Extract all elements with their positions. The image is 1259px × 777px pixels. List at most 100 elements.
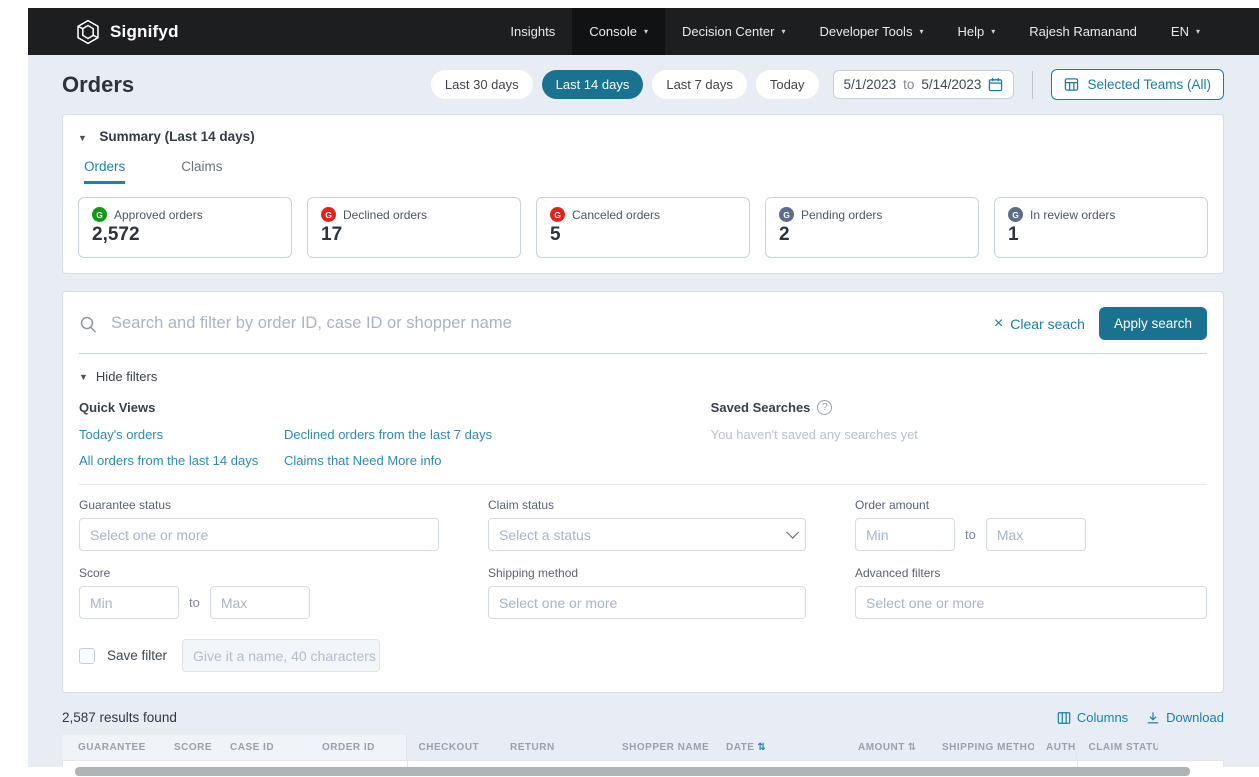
sort-icon[interactable]: ⇅ (908, 742, 917, 753)
download-icon (1146, 711, 1160, 725)
signifyd-logo-icon (75, 19, 101, 45)
stat-value: 17 (321, 224, 507, 246)
col-date[interactable]: DATE⇅ (714, 735, 846, 760)
shipping-method-label: Shipping method (488, 566, 806, 580)
stat-card-declined: G Declined orders 17 (307, 197, 521, 258)
stat-card-in-review: G In review orders 1 (994, 197, 1208, 258)
col-amount[interactable]: AMOUNT⇅ (846, 735, 930, 760)
nav-item-language[interactable]: EN ▾ (1154, 8, 1217, 55)
stat-value: 1 (1008, 224, 1194, 246)
score-max-input[interactable]: Max (210, 586, 310, 619)
quick-views-section: Quick Views Today's orders Declined orde… (79, 400, 1207, 468)
score-min-input[interactable]: Min (79, 586, 179, 619)
nav-item-insights[interactable]: Insights (493, 8, 572, 55)
orders-table: GDeclined 852 1394109261 100414341 No ma… (62, 760, 1224, 767)
clear-search-button[interactable]: × Clear seach (994, 316, 1085, 332)
teams-icon (1064, 77, 1079, 92)
order-amount-label: Order amount (855, 498, 1207, 512)
nav-item-developer-tools[interactable]: Developer Tools ▾ (802, 8, 940, 55)
col-case-id[interactable]: CASE ID (218, 735, 310, 760)
quick-views-title: Quick Views (79, 400, 711, 415)
date-range-picker[interactable]: 5/1/2023 to 5/14/2023 (833, 70, 1015, 99)
order-amount-min-input[interactable]: Min (855, 518, 955, 551)
range-pill-last-7-days[interactable]: Last 7 days (652, 70, 747, 99)
save-filter-row: Save filter Give it a name, 40 character… (79, 639, 1207, 672)
collapse-caret-icon: ▼ (78, 133, 87, 143)
apply-search-button[interactable]: Apply search (1099, 307, 1207, 340)
summary-header[interactable]: ▼ Summary (Last 14 days) (78, 128, 1208, 146)
col-auth-status[interactable]: AUTH STATUS (1034, 735, 1076, 760)
stat-value: 5 (550, 224, 736, 246)
page-content: Orders Last 30 days Last 14 days Last 7 … (28, 55, 1259, 767)
columns-icon (1057, 711, 1071, 725)
col-claim-status[interactable]: CLAIM STATUS (1076, 735, 1158, 760)
col-shipping-method[interactable]: SHIPPING METHOD (930, 735, 1034, 760)
save-filter-checkbox[interactable] (79, 648, 95, 664)
col-checkout[interactable]: CHECKOUT (406, 735, 498, 760)
col-shopper-name[interactable]: SHOPPER NAME (610, 735, 714, 760)
hide-filters-toggle[interactable]: ▼ Hide filters (79, 369, 1207, 384)
save-filter-label: Save filter (107, 648, 167, 663)
filter-name-input[interactable]: Give it a name, 40 characters max (182, 639, 380, 672)
tab-orders[interactable]: Orders (84, 159, 125, 184)
col-score[interactable]: SCORE (162, 735, 218, 760)
nav-item-user[interactable]: Rajesh Ramanand (1012, 8, 1154, 55)
col-order-id[interactable]: ORDER ID (310, 735, 406, 760)
stat-value: 2 (779, 224, 965, 246)
guarantee-badge-icon: G (550, 207, 565, 222)
quick-view-link-todays-orders[interactable]: Today's orders (79, 427, 284, 442)
stat-label: Canceled orders (572, 208, 660, 222)
claim-status-select[interactable]: Select a status (488, 518, 806, 551)
stat-label: Approved orders (114, 208, 203, 222)
col-guarantee[interactable]: GUARANTEE (62, 735, 162, 760)
quick-view-link-all-orders-14-days[interactable]: All orders from the last 14 days (79, 453, 284, 468)
guarantee-status-label: Guarantee status (79, 498, 439, 512)
brand-logo[interactable]: Signifyd (75, 19, 179, 45)
results-bar: 2,587 results found Columns (62, 710, 1224, 725)
nav-item-console[interactable]: Console ▾ (572, 8, 665, 55)
divider (79, 484, 1207, 485)
guarantee-status-input[interactable]: Select one or more (79, 518, 439, 551)
date-from-value: 5/1/2023 (844, 77, 897, 92)
quick-view-link-claims-more-info[interactable]: Claims that Need More info (284, 453, 711, 468)
horizontal-scrollbar[interactable] (75, 767, 1190, 776)
guarantee-badge-icon: G (1008, 207, 1023, 222)
range-pill-last-14-days[interactable]: Last 14 days (542, 70, 644, 99)
advanced-filters-label: Advanced filters (855, 566, 1207, 580)
columns-button[interactable]: Columns (1057, 710, 1128, 725)
chevron-down-icon: ▾ (644, 27, 648, 36)
chevron-down-icon: ▾ (781, 27, 785, 36)
help-question-icon[interactable]: ? (817, 400, 832, 415)
chevron-down-icon: ▾ (991, 27, 995, 36)
sort-icon[interactable]: ⇅ (757, 742, 766, 753)
guarantee-badge-icon: G (321, 207, 336, 222)
guarantee-badge-icon: G (779, 207, 794, 222)
saved-searches-title: Saved Searches (711, 400, 811, 415)
order-amount-max-input[interactable]: Max (986, 518, 1086, 551)
date-filter-group: Last 30 days Last 14 days Last 7 days To… (431, 69, 1224, 100)
chevron-down-icon: ▾ (1196, 27, 1200, 36)
chevron-down-icon: ▾ (919, 27, 923, 36)
nav-item-decision-center[interactable]: Decision Center ▾ (665, 8, 803, 55)
range-pill-today[interactable]: Today (756, 70, 819, 99)
advanced-filters-input[interactable]: Select one or more (855, 586, 1207, 619)
stat-value: 2,572 (92, 224, 278, 246)
search-input[interactable]: Search and filter by order ID, case ID o… (111, 314, 980, 333)
range-pill-last-30-days[interactable]: Last 30 days (431, 70, 533, 99)
col-return[interactable]: RETURN (498, 735, 610, 760)
shipping-method-input[interactable]: Select one or more (488, 586, 806, 619)
stat-card-canceled: G Canceled orders 5 (536, 197, 750, 258)
app-window: Signifyd Insights Console ▾ Decision Cen… (28, 8, 1259, 767)
filter-row-1: Guarantee status Select one or more Clai… (79, 498, 1207, 551)
nav-item-help[interactable]: Help ▾ (940, 8, 1012, 55)
tab-claims[interactable]: Claims (181, 159, 222, 184)
summary-tabs: Orders Claims (78, 159, 1208, 184)
calendar-icon (988, 77, 1003, 92)
claim-status-label: Claim status (488, 498, 806, 512)
col-actions (1158, 735, 1196, 760)
search-icon (79, 315, 97, 333)
nav-menu: Insights Console ▾ Decision Center ▾ Dev… (493, 8, 1217, 55)
download-button[interactable]: Download (1146, 710, 1224, 725)
quick-view-link-declined-7-days[interactable]: Declined orders from the last 7 days (284, 427, 711, 442)
selected-teams-button[interactable]: Selected Teams (All) (1051, 69, 1224, 100)
